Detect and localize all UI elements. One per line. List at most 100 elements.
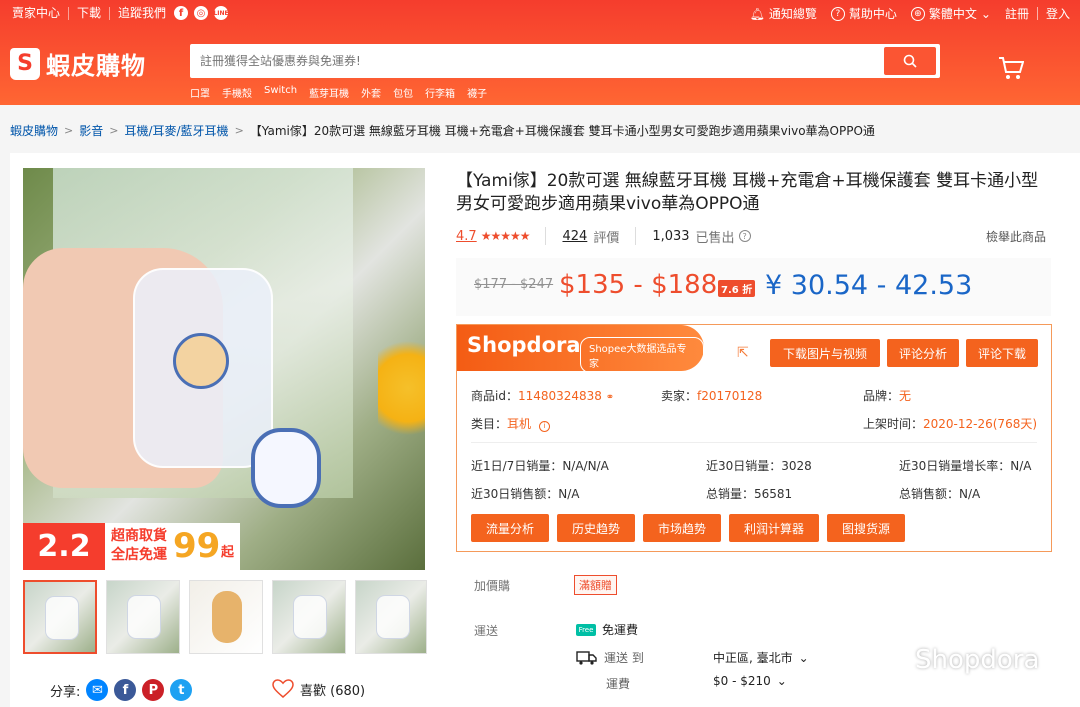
shopee-bag-icon: S — [10, 47, 40, 80]
shopee-logo[interactable]: S 蝦皮購物 — [10, 46, 146, 81]
hot-keyword[interactable]: 手機殼 — [222, 85, 252, 100]
cart-icon[interactable] — [998, 56, 1024, 80]
report-link[interactable]: 檢舉此商品 — [986, 228, 1046, 245]
hot-keyword[interactable]: Switch — [264, 85, 297, 100]
category-value: 耳机 — [507, 417, 532, 431]
market-trend-button[interactable]: 市场趋势 — [643, 514, 721, 542]
seller-value[interactable]: f20170128 — [697, 389, 762, 403]
follow-us-label: 追蹤我們 — [118, 5, 167, 20]
shopdora-panel: Shopdora Shopee大数据选品专家 ⇱ 下载图片与视频 评论分析 评论… — [456, 324, 1052, 552]
review-analysis-button[interactable]: 评论分析 — [887, 339, 959, 367]
thumbnail[interactable] — [355, 580, 427, 654]
like-count: 喜歡 (680) — [300, 683, 366, 699]
divider — [545, 227, 547, 245]
shipping-label: 運送 — [474, 624, 499, 638]
sold-count: 1,033 — [652, 228, 690, 244]
seller-center-link[interactable]: 賣家中心 — [12, 6, 70, 20]
divider — [471, 442, 1037, 443]
review-count[interactable]: 424 — [562, 229, 587, 244]
chevron-down-icon: ⌄ — [798, 650, 809, 665]
hot-keyword[interactable]: 襪子 — [467, 85, 487, 100]
product-main-image[interactable]: 2.2 超商取貨 全店免運 99 起 — [23, 168, 425, 570]
thumbnail[interactable] — [23, 580, 97, 654]
instagram-icon[interactable]: ◎ — [194, 6, 209, 20]
question-icon: ? — [830, 6, 845, 21]
product-id-value[interactable]: 11480324838 — [518, 389, 602, 403]
thumbnail-case — [45, 596, 79, 640]
product-stats: 4.7 ★★★★★ 424 評價 1,033 已售出 ? 檢舉此商品 — [456, 227, 1046, 246]
heart-icon — [272, 679, 294, 698]
facebook-share-icon[interactable]: f — [114, 679, 137, 701]
sunflower-decoration — [378, 328, 425, 448]
twitter-icon[interactable]: t — [170, 679, 193, 701]
hot-keyword[interactable]: 外套 — [361, 85, 381, 100]
rating-value[interactable]: 4.7 — [456, 229, 477, 244]
total-sales: 总销量：56581 — [706, 487, 793, 501]
link-icon[interactable]: ⚭ — [606, 392, 614, 403]
thumbnail-case — [127, 595, 161, 639]
thumbnail-case — [376, 595, 410, 639]
product-card: 2.2 超商取貨 全店免運 99 起 分享: ✉ f P t 喜歡 (680) … — [10, 153, 1080, 707]
sales-1-7-day: 近1日/7日销量：N/A/N/A — [471, 459, 609, 473]
facebook-icon[interactable]: f — [174, 6, 189, 20]
breadcrumb-link[interactable]: 耳機/耳麥/藍牙耳機 — [124, 122, 228, 139]
chevron-right-icon: > — [64, 124, 74, 137]
price-box: $177 - $247 $135 - $188 7.6 折 ¥ 30.54 - … — [456, 258, 1051, 316]
hot-keyword[interactable]: 行李箱 — [425, 85, 455, 100]
watermark: Shopdora — [865, 645, 1039, 675]
brand-row: 品牌：无 — [863, 389, 912, 403]
shopdora-tag: Shopee大数据选品专家 — [580, 337, 704, 373]
free-shipping-icon: Free — [576, 623, 596, 636]
seller-row: 卖家：f20170128 — [661, 389, 763, 403]
profit-calculator-button[interactable]: 利润计算器 — [729, 514, 819, 542]
breadcrumb-link[interactable]: 影音 — [79, 122, 103, 139]
external-link-icon[interactable]: ⇱ — [737, 345, 751, 361]
chevron-down-icon: ⌄ — [980, 6, 991, 21]
hot-keyword[interactable]: 口罩 — [190, 85, 210, 100]
review-download-button[interactable]: 评论下载 — [966, 339, 1038, 367]
product-id-row: 商品id：11480324838 ⚭ — [471, 389, 615, 403]
category-row: 类目：耳机 i — [471, 415, 550, 432]
promo-banner: 2.2 超商取貨 全店免運 99 起 — [23, 523, 425, 570]
question-icon[interactable]: ? — [738, 230, 751, 242]
thumbnail[interactable] — [272, 580, 346, 654]
like-button[interactable]: 喜歡 (680) — [272, 679, 365, 699]
listed-row: 上架时间：2020-12-26(768天) — [863, 417, 1038, 431]
language-selector[interactable]: ⊕ 繁體中文 ⌄ — [910, 5, 991, 22]
thumbnail[interactable] — [189, 580, 263, 654]
addon-badge[interactable]: 滿額贈 — [574, 575, 617, 595]
divider — [635, 227, 637, 245]
chevron-right-icon: > — [234, 124, 244, 137]
register-link[interactable]: 註冊 — [1005, 5, 1029, 22]
search-icon — [903, 54, 917, 68]
history-trend-button[interactable]: 历史趋势 — [557, 514, 635, 542]
help-center-link[interactable]: ? 幫助中心 — [830, 5, 897, 22]
image-search-button[interactable]: 图搜货源 — [827, 514, 905, 542]
hot-keyword[interactable]: 藍芽耳機 — [309, 85, 349, 100]
shipping-fee-selector[interactable]: $0 - $210 ⌄ — [713, 674, 787, 688]
addon-label: 加價購 — [474, 579, 511, 593]
brand-value: 无 — [899, 389, 912, 403]
messenger-icon[interactable]: ✉ — [86, 679, 109, 701]
download-link[interactable]: 下載 — [69, 6, 111, 20]
sales-30-day: 近30日销量：3028 — [706, 459, 812, 473]
pinterest-icon[interactable]: P — [142, 679, 165, 701]
search-input[interactable] — [200, 44, 880, 78]
hot-keyword[interactable]: 包包 — [393, 85, 413, 100]
promo-qi: 起 — [221, 545, 235, 560]
ship-to-selector[interactable]: 中正區, 臺北市 ⌄ — [713, 649, 809, 666]
thumbnail-case — [212, 591, 242, 643]
line-icon[interactable]: LINE — [213, 6, 229, 20]
thumbnail[interactable] — [106, 580, 180, 654]
download-media-button[interactable]: 下载图片与视频 — [770, 339, 880, 367]
notifications-link[interactable]: 🔔︎ 通知總覽 — [750, 5, 817, 22]
breadcrumb-link[interactable]: 蝦皮購物 — [10, 122, 58, 139]
info-icon[interactable]: i — [538, 420, 550, 432]
current-price: $135 - $188 — [559, 270, 718, 300]
search-button[interactable] — [884, 47, 936, 75]
top-bar: 賣家中心 下載 追蹤我們 f ◎ LINE 🔔︎ 通知總覽 ? 幫助中心 ⊕ 繁… — [0, 0, 1080, 28]
star-rating-icon: ★★★★★ — [480, 229, 531, 243]
shipping-fee-label: 運費 — [606, 677, 631, 691]
login-link[interactable]: 登入 — [1046, 5, 1070, 22]
traffic-analysis-button[interactable]: 流量分析 — [471, 514, 549, 542]
